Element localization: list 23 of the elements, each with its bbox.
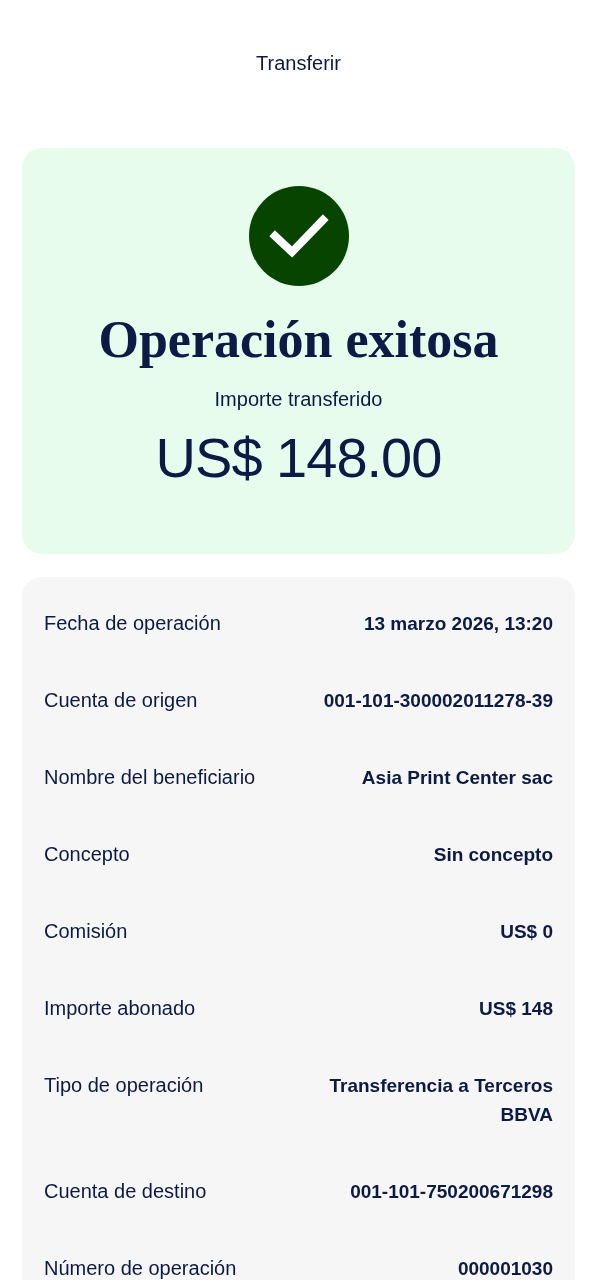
detail-value: 000001030 [457, 1257, 553, 1280]
detail-value: 001-101-300002011278-39 [323, 689, 553, 713]
detail-value: Asia Print Center sac [361, 766, 553, 790]
detail-value: US$ 0 [500, 920, 553, 944]
detail-value: Transferencia a Terceros BBVA [328, 1074, 553, 1127]
page-title: Transferir [256, 52, 341, 75]
detail-label: Importe abonado [44, 996, 196, 1021]
detail-value: Sin concepto [433, 843, 553, 867]
detail-label: Concepto [44, 842, 130, 867]
detail-value: US$ 148 [479, 997, 553, 1021]
amount: US$ 148.00 [155, 425, 442, 490]
detail-value: 001-101-750200671298 [350, 1180, 553, 1204]
amount-label: Importe transferido [214, 388, 383, 411]
detail-label: Cuenta de destino [44, 1179, 207, 1204]
detail-label: Fecha de operación [44, 611, 221, 636]
detail-label: Nombre del beneficiario [44, 765, 256, 790]
detail-label: Comisión [44, 919, 128, 944]
check-icon [248, 186, 349, 286]
detail-label: Cuenta de origen [44, 688, 198, 713]
detail-label: Tipo de operación [44, 1073, 204, 1098]
success-title: Operación exitosa [98, 310, 499, 370]
detail-label: Número de operación [44, 1256, 237, 1280]
detail-value: 13 marzo 2026, 13:20 [363, 612, 553, 636]
